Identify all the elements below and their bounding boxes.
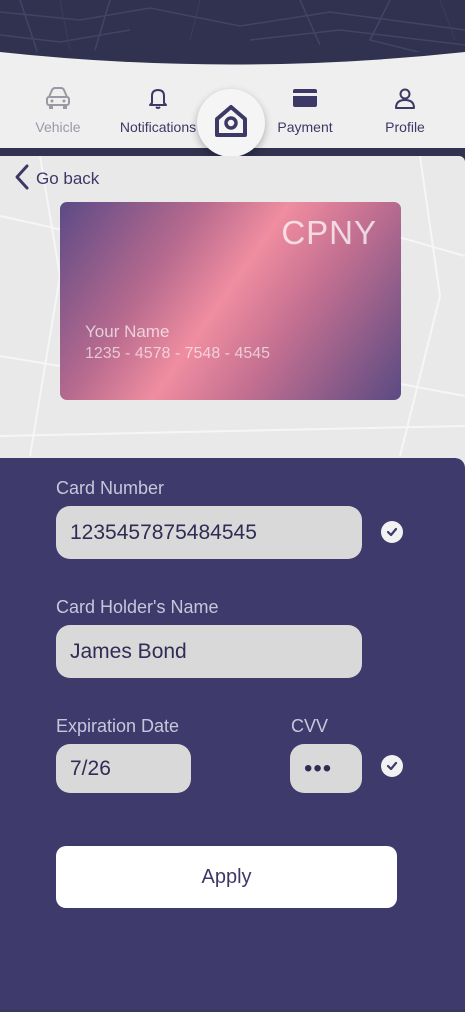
top-navigation: Vehicle Notifications Payment Profile xyxy=(0,52,465,157)
bell-icon xyxy=(146,86,170,113)
home-icon xyxy=(211,101,251,146)
nav-vehicle[interactable]: Vehicle xyxy=(28,86,88,135)
card-number-label: Card Number xyxy=(56,478,165,498)
user-icon xyxy=(393,86,417,113)
nav-vehicle-label: Vehicle xyxy=(35,119,81,135)
nav-profile[interactable]: Profile xyxy=(378,86,432,135)
car-icon xyxy=(44,86,72,113)
home-button[interactable] xyxy=(197,89,265,157)
card-form: Card Number 1235457875484545 Card Holder… xyxy=(0,458,465,1012)
credit-card-icon xyxy=(292,86,318,113)
expiration-label: Expiration Date xyxy=(56,716,180,736)
nav-notifications-label: Notifications xyxy=(119,119,197,135)
card-holder-input[interactable]: James Bond xyxy=(56,625,362,678)
card-number-display: 1235 - 4578 - 7548 - 4545 xyxy=(85,345,271,362)
go-back-link[interactable]: Go back xyxy=(12,164,99,194)
check-icon xyxy=(381,755,403,777)
apply-button[interactable]: Apply xyxy=(56,846,397,908)
nav-profile-label: Profile xyxy=(385,119,425,135)
card-holder-name: Your Name xyxy=(85,322,170,341)
nav-payment-label: Payment xyxy=(277,119,333,135)
nav-payment[interactable]: Payment xyxy=(270,86,340,135)
card-brand: CPNY xyxy=(281,214,377,251)
credit-card-preview: CPNY Your Name 1235 - 4578 - 7548 - 4545 xyxy=(60,202,401,400)
cvv-label: CVV xyxy=(291,716,329,736)
card-holder-label: Card Holder's Name xyxy=(56,597,219,617)
go-back-label: Go back xyxy=(36,169,100,188)
expiration-input[interactable]: 7/26 xyxy=(56,744,191,793)
nav-notifications[interactable]: Notifications xyxy=(112,86,204,135)
cvv-input[interactable]: ••• xyxy=(290,744,362,793)
check-icon xyxy=(381,521,403,543)
card-number-input[interactable]: 1235457875484545 xyxy=(56,506,362,559)
chevron-left-icon xyxy=(12,163,32,196)
